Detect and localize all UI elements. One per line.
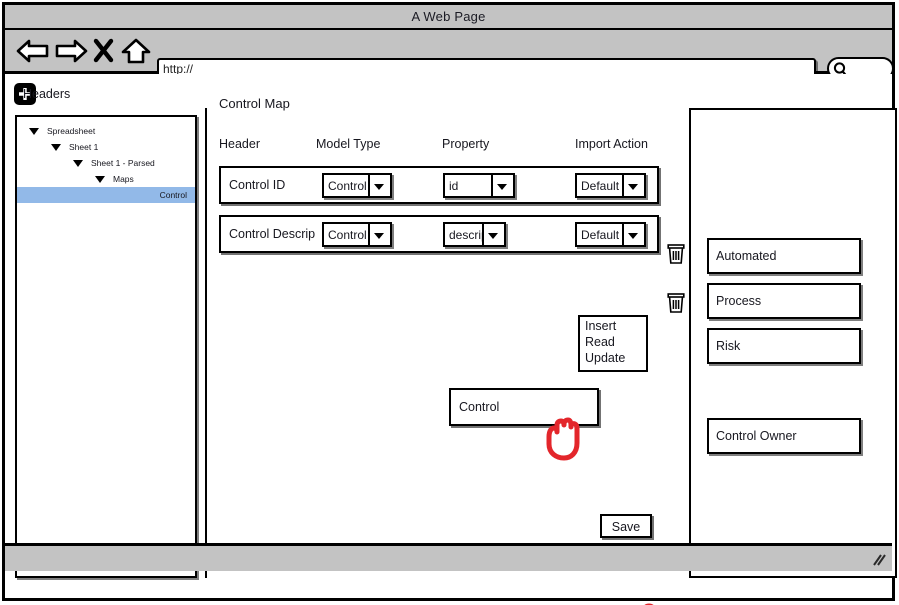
import-action-dropdown-menu[interactable]: Insert Read Update <box>578 315 648 372</box>
chevron-down-icon[interactable] <box>622 224 644 245</box>
header-chip-label: Control Owner <box>716 429 797 443</box>
tree-item-label: Control <box>159 190 187 200</box>
panel-divider <box>205 108 207 578</box>
header-chip-label: Risk <box>716 339 741 353</box>
menu-item-read[interactable]: Read <box>580 335 646 351</box>
page-content: Spreadsheet Sheet 1 Sheet 1 - Parsed Maps Co… <box>5 74 897 605</box>
model-type-select[interactable]: Control <box>322 173 392 198</box>
property-select[interactable]: id <box>443 173 515 198</box>
tree-item-label: Maps <box>113 174 134 184</box>
save-button-label: Save <box>611 520 641 534</box>
back-arrow-icon[interactable] <box>16 37 49 65</box>
caret-down-icon[interactable] <box>29 128 39 135</box>
caret-down-icon[interactable] <box>51 144 61 151</box>
column-header-property: Property <box>442 137 490 151</box>
page-title: Control Map <box>219 96 290 111</box>
headers-panel-title: Headers <box>23 87 71 101</box>
resize-handle-icon[interactable] <box>870 553 886 567</box>
tree-item-label: Sheet 1 - Parsed <box>91 158 155 168</box>
window-title: A Web Page <box>411 9 486 24</box>
stop-x-icon[interactable] <box>93 38 114 63</box>
import-action-value: Default <box>581 179 620 193</box>
tree-item[interactable]: Spreadsheet <box>17 123 195 139</box>
tree-item[interactable]: Sheet 1 <box>17 139 195 155</box>
model-type-value: Control <box>328 179 367 193</box>
header-chip-control-owner[interactable]: Control Owner <box>707 418 861 454</box>
browser-window: A Web Page http:// Spreadsheet Sheet 1 S… <box>2 2 897 605</box>
column-header-import-action: Import Action <box>575 137 648 151</box>
dragged-header-chip-label: Control <box>459 400 500 414</box>
row-header-label: Control ID <box>229 178 286 192</box>
chevron-down-icon[interactable] <box>622 175 644 196</box>
header-chip-label: Automated <box>716 249 777 263</box>
tree-item[interactable]: Maps <box>17 171 195 187</box>
grab-hand-cursor-icon <box>541 415 587 468</box>
trash-icon[interactable] <box>667 244 685 264</box>
tree-item[interactable]: Control <box>17 187 195 203</box>
header-chip-automated[interactable]: Automated <box>707 238 861 274</box>
import-action-value: Default <box>581 228 620 242</box>
caret-down-icon[interactable] <box>95 176 105 183</box>
window-titlebar: A Web Page <box>5 5 892 30</box>
model-type-value: Control <box>328 228 367 242</box>
app-root: A Web Page http:// Spreadsheet Sheet 1 S… <box>0 0 899 605</box>
header-chip-risk[interactable]: Risk <box>707 328 861 364</box>
header-chip-process[interactable]: Process <box>707 283 861 319</box>
table-row[interactable]: Control ID Control id Default <box>219 166 659 204</box>
tree-list: Spreadsheet Sheet 1 Sheet 1 - Parsed Maps Co… <box>17 123 195 203</box>
property-value: id <box>449 179 459 193</box>
chevron-down-icon[interactable] <box>368 224 390 245</box>
property-value: descript <box>449 228 482 242</box>
column-header-header: Header <box>219 137 260 151</box>
import-action-select[interactable]: Default <box>575 222 646 247</box>
table-row[interactable]: Control Descrip Control descript Default <box>219 215 659 253</box>
save-button[interactable]: Save <box>600 514 652 538</box>
tree-item-label: Spreadsheet <box>47 126 96 136</box>
home-icon[interactable] <box>121 37 151 65</box>
status-bar <box>5 543 892 571</box>
tree-item[interactable]: Sheet 1 - Parsed <box>17 155 195 171</box>
spreadsheet-tree-panel: Spreadsheet Sheet 1 Sheet 1 - Parsed Maps Co… <box>15 115 197 578</box>
trash-icon[interactable] <box>667 293 685 313</box>
property-select[interactable]: descript <box>443 222 506 247</box>
caret-down-icon[interactable] <box>73 160 83 167</box>
header-chip-label: Process <box>716 294 762 308</box>
chevron-down-icon[interactable] <box>368 175 390 196</box>
menu-item-insert[interactable]: Insert <box>580 319 646 335</box>
import-action-select[interactable]: Default <box>575 173 646 198</box>
tree-item-label: Sheet 1 <box>69 142 99 152</box>
model-type-select[interactable]: Control <box>322 222 392 247</box>
chevron-down-icon[interactable] <box>491 175 513 196</box>
column-header-model-type: Model Type <box>316 137 381 151</box>
menu-item-update[interactable]: Update <box>580 351 646 367</box>
browser-toolbar <box>5 30 895 80</box>
forward-arrow-icon[interactable] <box>55 37 88 65</box>
chevron-down-icon[interactable] <box>482 224 504 245</box>
row-header-label: Control Descrip <box>229 227 316 241</box>
